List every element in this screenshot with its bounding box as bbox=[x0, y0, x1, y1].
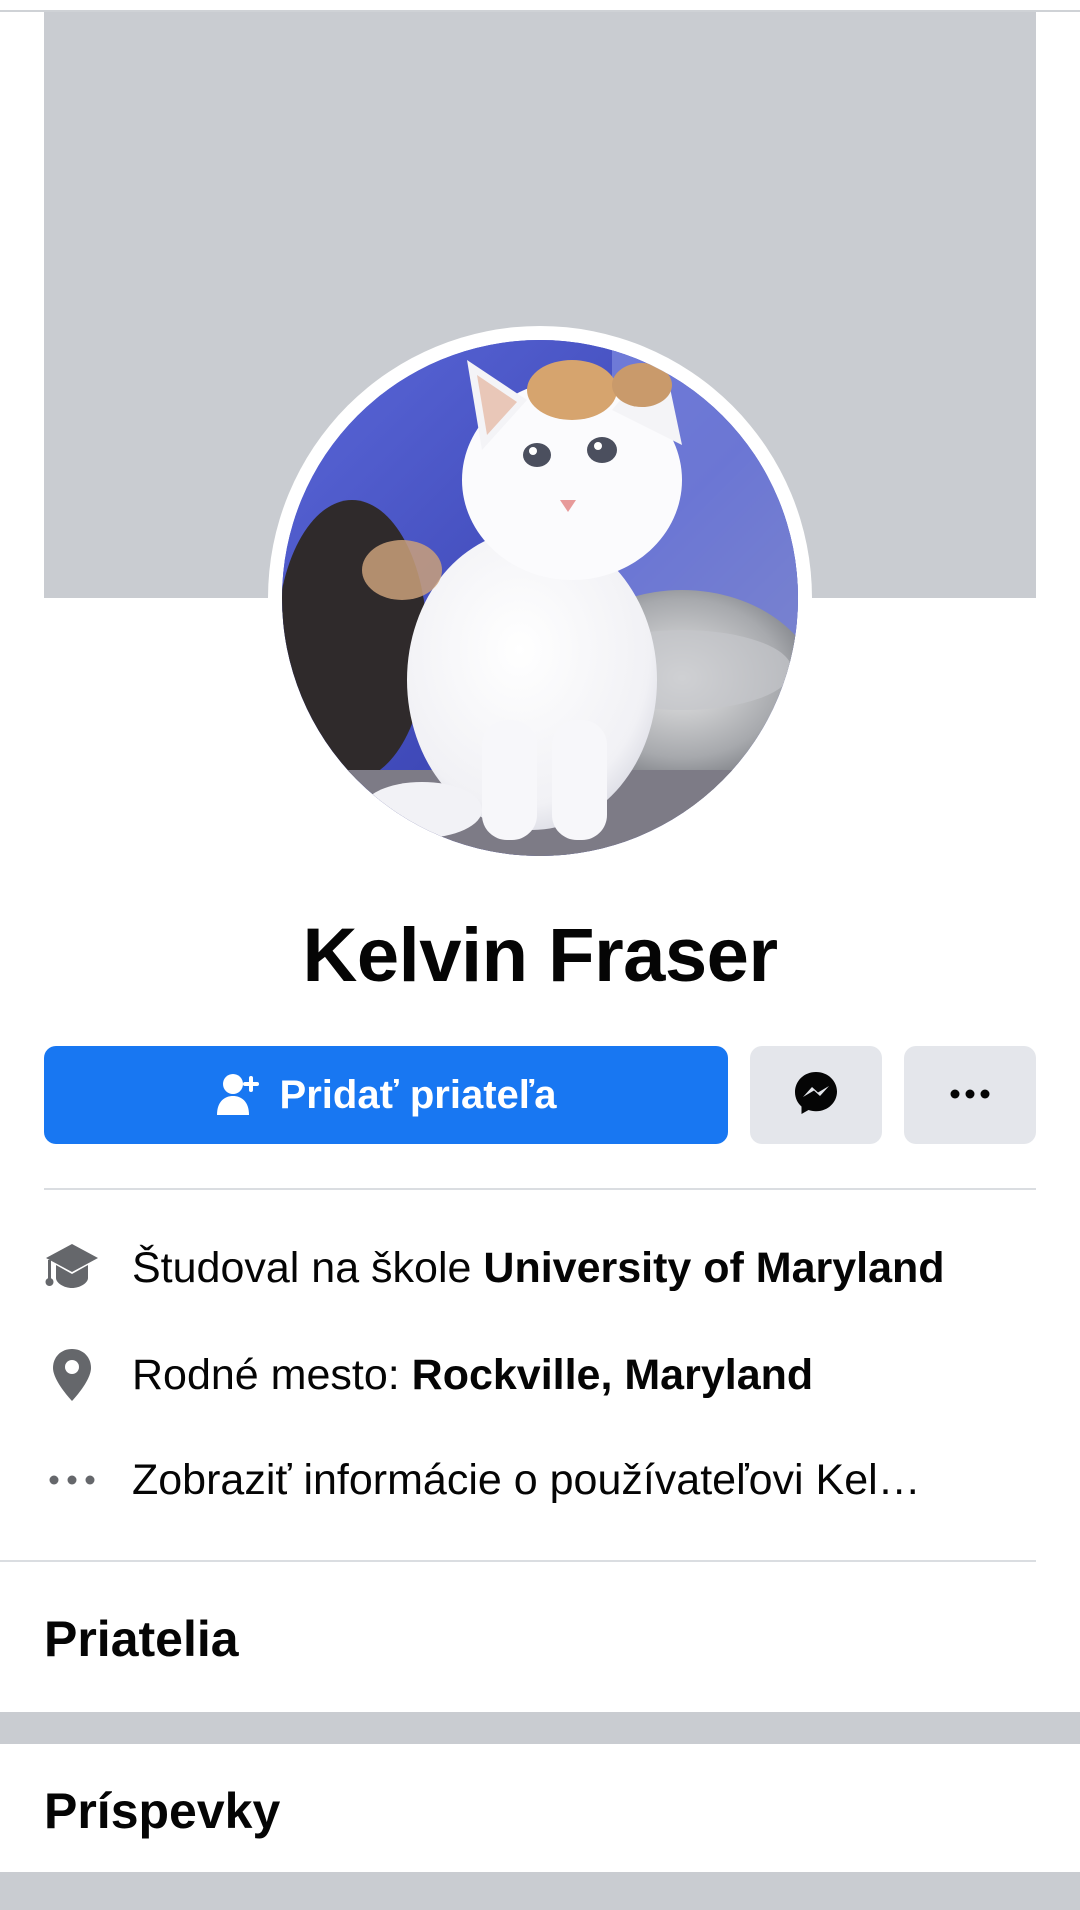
graduation-cap-icon bbox=[44, 1240, 100, 1296]
more-options-button[interactable] bbox=[904, 1046, 1036, 1144]
section-separator bbox=[0, 1872, 1080, 1910]
education-text: Študoval na škole University of Maryland bbox=[132, 1244, 945, 1293]
profile-name: Kelvin Fraser bbox=[302, 913, 778, 998]
messenger-button[interactable] bbox=[750, 1046, 882, 1144]
see-about-row[interactable]: Zobraziť informácie o používateľovi Kel… bbox=[44, 1440, 1044, 1520]
hometown-value[interactable]: Rockville, Maryland bbox=[412, 1351, 814, 1399]
add-friend-button[interactable]: Pridať priateľa bbox=[44, 1046, 728, 1144]
add-person-icon bbox=[216, 1073, 262, 1117]
posts-section-title[interactable]: Príspevky bbox=[44, 1782, 280, 1840]
hometown-row[interactable]: Rodné mesto: Rockville, Maryland bbox=[44, 1335, 1044, 1415]
more-dots-icon bbox=[950, 1086, 990, 1104]
profile-page: Kelvin Fraser Pridať priateľa Študoval n… bbox=[0, 0, 1080, 1910]
education-row[interactable]: Študoval na škole University of Maryland bbox=[44, 1228, 1044, 1308]
friends-section-title[interactable]: Priatelia bbox=[44, 1610, 239, 1668]
messenger-icon bbox=[793, 1070, 839, 1121]
about-divider bbox=[0, 1560, 1036, 1562]
add-friend-label: Pridať priateľa bbox=[279, 1072, 557, 1117]
section-divider bbox=[44, 1188, 1036, 1190]
profile-avatar[interactable] bbox=[282, 340, 798, 856]
cat-photo bbox=[282, 340, 798, 856]
hometown-text: Rodné mesto: Rockville, Maryland bbox=[132, 1351, 813, 1400]
location-pin-icon bbox=[44, 1347, 100, 1403]
section-separator bbox=[0, 1712, 1080, 1744]
education-prefix: Študoval na škole bbox=[132, 1243, 484, 1292]
ellipsis-icon bbox=[44, 1452, 100, 1508]
hometown-prefix: Rodné mesto: bbox=[132, 1350, 412, 1399]
see-about-text: Zobraziť informácie o používateľovi Kel… bbox=[132, 1455, 921, 1504]
education-school[interactable]: University of Maryland bbox=[483, 1244, 944, 1292]
